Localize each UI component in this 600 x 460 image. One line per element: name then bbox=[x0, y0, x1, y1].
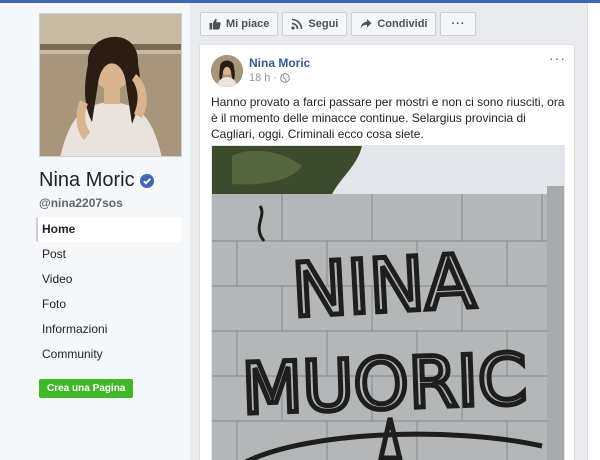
globe-icon bbox=[280, 73, 290, 83]
profile-picture[interactable] bbox=[39, 13, 182, 157]
profile-photo-illustration bbox=[40, 14, 181, 156]
nav-item-home[interactable]: Home bbox=[36, 217, 182, 242]
post-meta: 18 h · bbox=[249, 72, 290, 84]
nav-item-informazioni[interactable]: Informazioni bbox=[36, 317, 182, 342]
left-sidebar: Nina Moric @nina2207sos Home Post Video … bbox=[0, 3, 190, 460]
share-arrow-icon bbox=[360, 18, 372, 30]
page-name-row: Nina Moric bbox=[39, 169, 154, 192]
like-button[interactable]: Mi piace bbox=[200, 12, 279, 36]
graffiti-wall-photo: NINA MUORIC bbox=[212, 146, 564, 460]
thumbs-up-icon bbox=[209, 18, 221, 30]
graffiti-line-2: MUORIC bbox=[241, 338, 529, 430]
post-image[interactable]: NINA MUORIC bbox=[211, 145, 565, 460]
post-timestamp[interactable]: 18 h · bbox=[249, 72, 277, 84]
nav-item-foto[interactable]: Foto bbox=[36, 292, 182, 317]
right-column-edge bbox=[587, 3, 600, 460]
graffiti-line-1: NINA bbox=[290, 239, 478, 334]
like-button-label: Mi piace bbox=[226, 18, 270, 30]
verified-badge-icon bbox=[139, 173, 154, 188]
create-page-button[interactable]: Crea una Pagina bbox=[39, 379, 134, 398]
page-action-bar: Mi piace Segui Condividi ··· bbox=[200, 12, 477, 36]
follow-button-label: Segui bbox=[308, 18, 339, 30]
follow-button[interactable]: Segui bbox=[282, 12, 348, 36]
share-button[interactable]: Condividi bbox=[351, 12, 437, 36]
page-name[interactable]: Nina Moric bbox=[39, 169, 135, 192]
more-options-button[interactable]: ··· bbox=[440, 12, 477, 36]
nav-item-community[interactable]: Community bbox=[36, 342, 182, 367]
nav-item-video[interactable]: Video bbox=[36, 267, 182, 292]
post-options-button[interactable]: ··· bbox=[549, 51, 566, 65]
post-author-avatar[interactable] bbox=[211, 55, 243, 87]
page-username: @nina2207sos bbox=[39, 196, 123, 210]
page-nav: Home Post Video Foto Informazioni Commun… bbox=[36, 217, 182, 367]
post-card: Nina Moric 18 h · ··· Hanno provato a fa… bbox=[199, 44, 575, 460]
share-button-label: Condividi bbox=[377, 18, 428, 30]
nav-item-post[interactable]: Post bbox=[36, 242, 182, 267]
post-text: Hanno provato a farci passare per mostri… bbox=[211, 95, 565, 141]
post-author-name[interactable]: Nina Moric bbox=[249, 56, 310, 70]
rss-icon bbox=[291, 18, 303, 30]
